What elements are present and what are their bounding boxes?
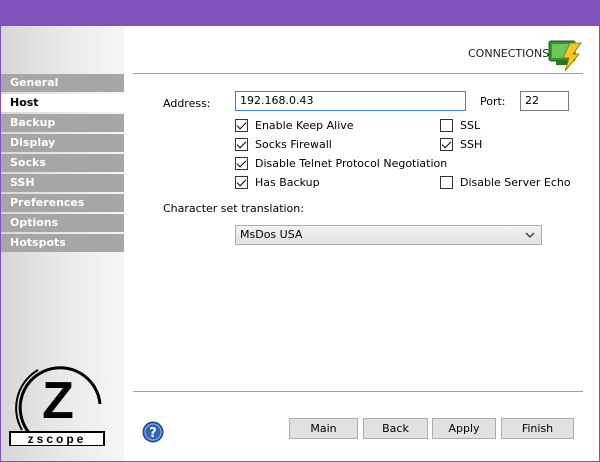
- sidebar-item-backup[interactable]: Backup: [1, 114, 124, 132]
- socks-firewall-label: Socks Firewall: [255, 137, 332, 151]
- charset-label: Character set translation:: [163, 202, 304, 215]
- disable-telnet-label: Disable Telnet Protocol Negotiation: [255, 156, 448, 170]
- svg-text:Z: Z: [42, 372, 74, 430]
- sidebar-item-host[interactable]: Host: [1, 94, 124, 112]
- checkbox-box: [440, 175, 453, 189]
- footer-separator: [133, 391, 583, 392]
- ssh-checkbox[interactable]: SSH: [440, 137, 482, 151]
- checkmark-icon: [235, 137, 248, 151]
- sidebar-item-ssh[interactable]: SSH: [1, 174, 124, 192]
- zscope-logo: Z zscope: [9, 366, 105, 446]
- apply-button[interactable]: Apply: [432, 418, 496, 439]
- port-field[interactable]: 22: [520, 91, 569, 111]
- sidebar-item-options[interactable]: Options: [1, 214, 124, 232]
- sidebar-item-preferences[interactable]: Preferences: [1, 194, 124, 212]
- main-button[interactable]: Main: [289, 418, 358, 439]
- help-icon[interactable]: ?: [142, 421, 164, 443]
- finish-button[interactable]: Finish: [501, 418, 574, 439]
- has-backup-label: Has Backup: [255, 175, 320, 189]
- sidebar-item-socks[interactable]: Socks: [1, 154, 124, 172]
- checkmark-icon: [235, 175, 248, 189]
- checkbox-box: [440, 118, 453, 132]
- disable-telnet-checkbox[interactable]: Disable Telnet Protocol Negotiation: [235, 156, 447, 170]
- sidebar-item-hotspots[interactable]: Hotspots: [1, 234, 124, 252]
- checkmark-icon: [235, 118, 248, 132]
- charset-value: MsDos USA: [240, 228, 303, 241]
- svg-text:?: ?: [149, 426, 157, 441]
- ssh-label: SSH: [460, 137, 483, 151]
- connections-icon: [548, 40, 582, 72]
- charset-select[interactable]: MsDos USA: [235, 225, 542, 245]
- checkmark-icon: [440, 137, 453, 151]
- chevron-down-icon: [525, 232, 535, 238]
- sidebar-nav: General Host Backup Display Socks SSH Pr…: [1, 74, 124, 254]
- ssl-label: SSL: [460, 118, 481, 132]
- disable-server-echo-label: Disable Server Echo: [460, 175, 571, 189]
- checkmark-icon: [235, 156, 248, 170]
- header-separator: [133, 73, 583, 74]
- page-title: CONNECTIONS: [468, 47, 550, 60]
- svg-text:zscope: zscope: [28, 432, 87, 446]
- socks-firewall-checkbox[interactable]: Socks Firewall: [235, 137, 332, 151]
- window-titlebar[interactable]: [0, 0, 600, 26]
- ssl-checkbox[interactable]: SSL: [440, 118, 480, 132]
- sidebar-item-display[interactable]: Display: [1, 134, 124, 152]
- sidebar: General Host Backup Display Socks SSH Pr…: [1, 26, 124, 461]
- address-field[interactable]: 192.168.0.43: [235, 91, 466, 111]
- keep-alive-label: Enable Keep Alive: [255, 118, 354, 132]
- keep-alive-checkbox[interactable]: Enable Keep Alive: [235, 118, 354, 132]
- disable-server-echo-checkbox[interactable]: Disable Server Echo: [440, 175, 571, 189]
- sidebar-item-general[interactable]: General: [1, 74, 124, 92]
- back-button[interactable]: Back: [363, 418, 428, 439]
- has-backup-checkbox[interactable]: Has Backup: [235, 175, 320, 189]
- port-label: Port:: [480, 95, 506, 108]
- address-label: Address:: [163, 97, 211, 110]
